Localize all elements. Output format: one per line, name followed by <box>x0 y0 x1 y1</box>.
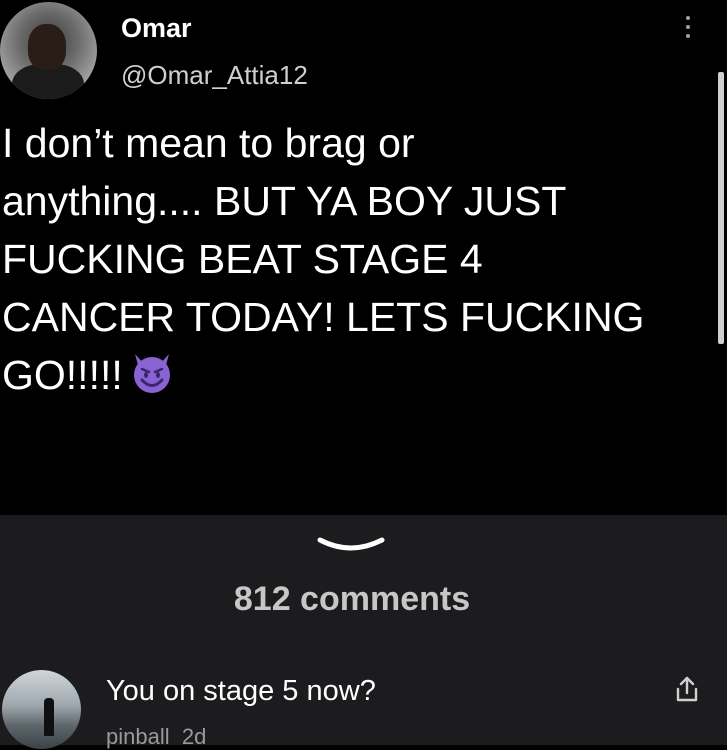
avatar-face <box>28 24 66 70</box>
author-name[interactable]: Omar <box>121 13 192 44</box>
chevron-down-icon[interactable] <box>317 536 385 552</box>
comments-count: 812 comments <box>233 580 471 618</box>
tweet-card: Omar @Omar_Attia12 I don’t mean to brag … <box>0 0 727 515</box>
author-avatar[interactable] <box>0 2 97 99</box>
more-options-icon[interactable] <box>683 16 693 44</box>
share-icon[interactable] <box>674 675 700 703</box>
tweet-line: GO!!!!! <box>2 352 123 398</box>
comment-avatar[interactable] <box>2 670 81 749</box>
comment-author[interactable]: pinball <box>106 724 170 749</box>
comment-text: You on stage 5 now? <box>106 675 376 707</box>
tweet-line: FUCKING BEAT STAGE 4 <box>2 236 483 282</box>
tweet-line: anything.... BUT YA BOY JUST <box>2 178 567 224</box>
avatar-figure <box>44 698 54 736</box>
author-handle[interactable]: @Omar_Attia12 <box>121 60 308 91</box>
comment-meta: pinball 2d <box>106 724 206 750</box>
tweet-line: CANCER TODAY! LETS FUCKING <box>2 294 645 340</box>
comment-age: 2d <box>181 724 207 749</box>
tweet-text: I don’t mean to brag or anything.... BUT… <box>2 114 702 404</box>
tweet-line: I don’t mean to brag or <box>2 120 415 166</box>
smiling-devil-icon <box>129 349 175 395</box>
scrollbar[interactable] <box>718 72 724 344</box>
